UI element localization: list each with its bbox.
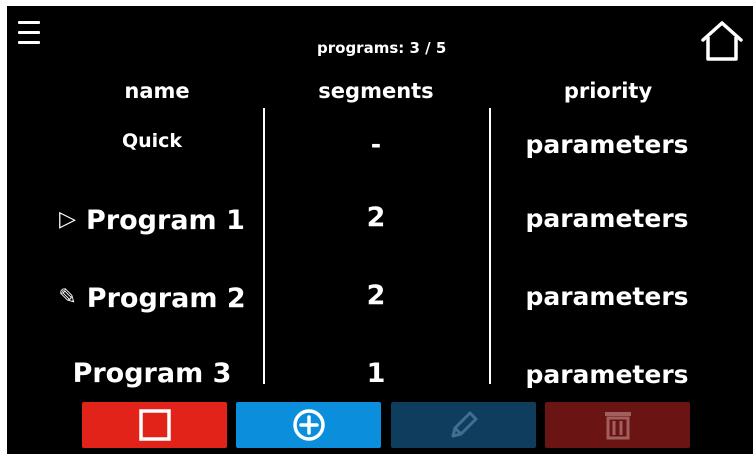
program-name-cell: ▷ Program 1: [47, 202, 257, 236]
program-name: Program 1: [86, 204, 245, 236]
screen: programs: 3 / 5 name segments priority Q…: [7, 6, 753, 454]
program-row-quick[interactable]: Quick - parameters: [7, 130, 753, 190]
program-name: Program 3: [72, 358, 232, 389]
program-name: Program 2: [86, 282, 246, 314]
delete-program-button[interactable]: [545, 402, 690, 448]
program-priority[interactable]: parameters: [504, 204, 710, 233]
program-segments: 2: [366, 202, 386, 233]
program-name: Quick: [121, 130, 183, 152]
column-header-segments: segments: [318, 79, 434, 103]
hamburger-menu-icon[interactable]: [18, 21, 46, 49]
programs-counter: programs: 3 / 5: [317, 39, 447, 57]
add-program-button[interactable]: [236, 402, 381, 448]
program-row-2[interactable]: ✎ Program 2 2 parameters: [7, 280, 753, 340]
home-icon[interactable]: [699, 18, 745, 64]
program-priority[interactable]: parameters: [504, 360, 710, 389]
play-icon: ▷: [59, 207, 77, 232]
program-priority[interactable]: parameters: [504, 282, 710, 311]
column-header-name: name: [124, 79, 190, 103]
trash-icon: [604, 412, 631, 440]
program-segments: 2: [366, 280, 386, 311]
stop-square-icon: [138, 409, 171, 441]
program-segments: 1: [366, 358, 386, 389]
column-header-priority: priority: [563, 79, 653, 103]
plus-circle-icon: [292, 409, 325, 441]
program-priority[interactable]: parameters: [504, 130, 710, 159]
edit-program-button[interactable]: [391, 402, 536, 448]
pencil-icon: ✎: [58, 285, 77, 310]
stop-button[interactable]: [82, 402, 227, 448]
pencil-icon: [451, 411, 477, 438]
program-segments: -: [370, 130, 382, 159]
program-name-cell: ✎ Program 2: [47, 280, 257, 314]
program-row-1[interactable]: ▷ Program 1 2 parameters: [7, 202, 753, 262]
